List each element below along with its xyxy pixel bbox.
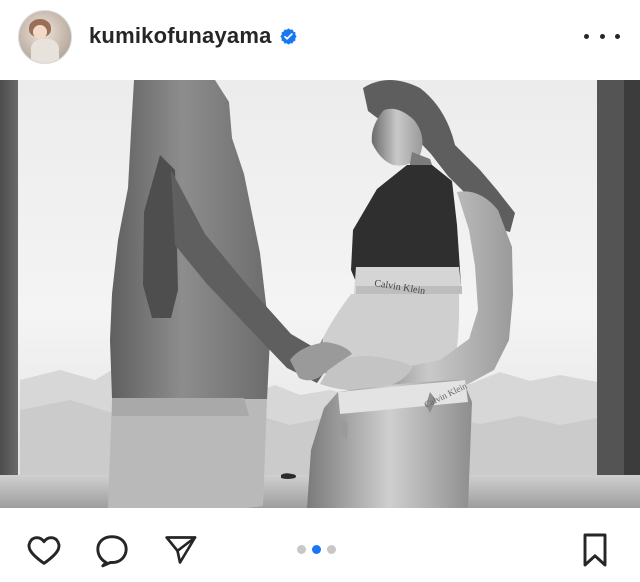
avatar-face [33, 25, 47, 39]
profile-avatar[interactable] [18, 10, 72, 64]
more-dot [615, 33, 620, 39]
carousel-indicator[interactable] [297, 545, 336, 554]
post-header: kumikofunayama [0, 0, 640, 80]
verified-badge-icon [279, 27, 297, 45]
username[interactable]: kumikofunayama [89, 23, 272, 49]
comment-icon[interactable] [92, 530, 132, 570]
bookmark-icon[interactable] [575, 530, 615, 570]
more-dot [599, 33, 605, 39]
post-photo[interactable]: Calvin Klein Calvin Klein [0, 80, 640, 508]
more-options-button[interactable] [584, 24, 620, 48]
more-dot [584, 33, 589, 39]
username-row: kumikofunayama [89, 21, 298, 51]
heart-icon[interactable] [24, 530, 64, 570]
photo-image: Calvin Klein Calvin Klein [0, 80, 640, 508]
paper-plane-icon[interactable] [160, 530, 200, 570]
carousel-dot[interactable] [327, 545, 336, 554]
avatar-body [31, 39, 59, 63]
carousel-dot-active[interactable] [312, 545, 321, 554]
carousel-dot[interactable] [297, 545, 306, 554]
post-actions [0, 508, 640, 582]
